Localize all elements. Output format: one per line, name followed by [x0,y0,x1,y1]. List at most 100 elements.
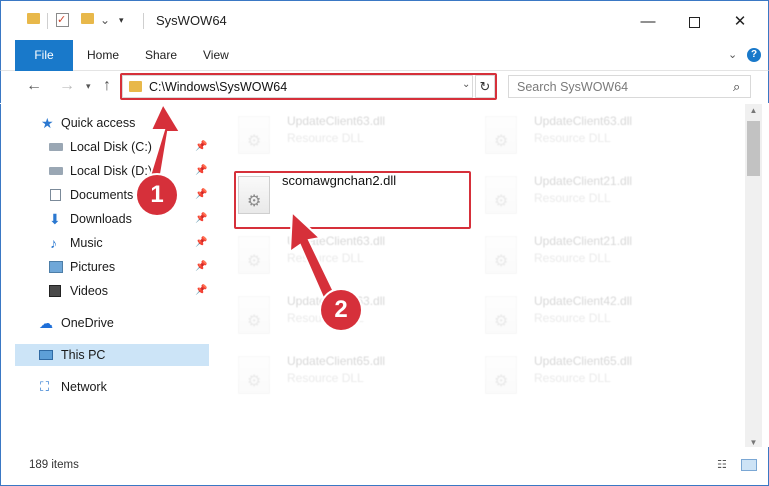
file-type: Resource DLL [534,251,611,265]
search-input[interactable] [509,76,719,97]
forward-arrow-icon[interactable]: → [59,77,75,95]
tab-view[interactable]: View [203,40,229,71]
recent-locations-icon[interactable]: ▾ [86,81,91,92]
local-disk-icon [49,143,63,151]
pin-icon[interactable]: 📌 [195,160,207,182]
sidebar-item-local-disk-d[interactable]: Local Disk (D:) 📌 [1,160,209,182]
sidebar-item-label: Videos [70,284,108,298]
list-item[interactable]: ⚙ UpdateClient63.dll Resource DLL [475,110,715,162]
file-name: UpdateClient65.dll [287,354,386,368]
ribbon: File Home Share View ⌄ ? [0,40,769,71]
quick-access-dropdown-icon[interactable]: ▾ [119,15,124,26]
gear-icon: ⚙ [494,133,509,150]
properties-check-icon[interactable]: ✓ [56,13,69,27]
sidebar-item-this-pc[interactable]: This PC [15,344,209,366]
sidebar-item-downloads[interactable]: ⬇ Downloads 📌 [1,208,209,230]
list-item[interactable]: ⚙ UpdateClient21.dll Resource DLL [475,170,715,222]
navigation-pane: ★ Quick access Local Disk (C:) 📌 Local D… [0,104,212,447]
pin-icon[interactable]: 📌 [195,208,207,230]
list-item[interactable]: ⚙ UpdateClient65.dll Resource DLL [228,350,468,402]
new-folder-icon[interactable] [81,13,94,24]
file-type: Resource DLL [287,251,364,265]
customize-toolbar-icon[interactable]: ⌄ [100,13,116,26]
star-icon: ★ [41,115,54,131]
sidebar-item-documents[interactable]: Documents 📌 [1,184,209,206]
dll-file-icon: ⚙ [485,176,517,214]
sidebar-item-pictures[interactable]: Pictures 📌 [1,256,209,278]
sidebar-item-label: This PC [61,348,106,362]
pin-icon[interactable]: 📌 [195,256,207,278]
file-name: UpdateClient42.dll [534,294,633,308]
pin-icon[interactable]: 📌 [195,232,207,254]
computer-icon [39,350,53,360]
scroll-up-icon[interactable]: ▲ [745,106,762,115]
title-bar: ✓ ⌄ ▾ SysWOW64 — ✕ [0,0,769,40]
tab-file[interactable]: File [15,40,73,71]
maximize-button[interactable] [671,9,717,35]
file-name: UpdateClient63.dll [287,234,386,248]
search-icon[interactable]: ⌕ [733,79,740,95]
search-box[interactable]: ⌕ [508,75,751,98]
dll-file-icon: ⚙ [238,236,270,274]
dll-file-icon: ⚙ [485,356,517,394]
network-icon: ⛶ [40,379,50,394]
pin-icon[interactable]: 📌 [195,184,207,206]
toolbar-separator [47,13,48,29]
folder-icon [27,13,40,24]
sidebar-item-onedrive[interactable]: ☁ OneDrive [1,312,209,334]
local-disk-icon [49,167,63,175]
gear-icon: ⚙ [247,253,262,270]
sidebar-item-label: Local Disk (D:) [70,164,152,178]
details-view-icon[interactable]: ☷ [717,459,733,471]
sidebar-item-label: Documents [70,188,134,202]
sidebar-item-label: Downloads [70,212,132,226]
scroll-down-icon[interactable]: ▼ [745,438,762,447]
downloads-icon: ⬇ [49,211,61,227]
gear-icon: ⚙ [494,193,509,210]
expand-ribbon-icon[interactable]: ⌄ [728,48,737,61]
scroll-thumb[interactable] [747,121,760,176]
gear-icon: ⚙ [494,313,509,330]
music-icon: ♪ [50,235,57,251]
back-arrow-icon[interactable]: ← [26,77,42,95]
maximize-icon [688,16,700,28]
list-item[interactable]: ⚙ UpdateClient65.dll Resource DLL [475,350,715,402]
tab-share[interactable]: Share [145,40,177,71]
sidebar-item-network[interactable]: ⛶ Network [1,376,209,398]
sidebar-item-local-disk-c[interactable]: Local Disk (C:) 📌 [1,136,209,158]
sidebar-item-music[interactable]: ♪ Music 📌 [1,232,209,254]
tab-home[interactable]: Home [87,40,119,71]
window-title: SysWOW64 [156,13,227,28]
list-item[interactable]: ⚙ UpdateClient42.dll Resource DLL [475,290,715,342]
file-name: UpdateClient21.dll [534,234,633,248]
pictures-icon [49,261,63,273]
sidebar-item-videos[interactable]: Videos 📌 [1,280,209,302]
sidebar-item-label: OneDrive [61,316,114,330]
list-item[interactable]: ⚙ UpdateClient63.dll Resource DLL [228,110,468,162]
dll-file-icon: ⚙ [238,116,270,154]
gear-icon: ⚙ [247,373,262,390]
gear-icon: ⚙ [494,373,509,390]
vertical-scrollbar[interactable]: ▲ ▼ [745,104,762,447]
close-button[interactable]: ✕ [717,9,763,35]
help-icon[interactable]: ? [747,48,761,62]
large-icons-view-icon[interactable] [741,459,757,471]
sidebar-item-label: Pictures [70,260,116,274]
address-highlight-box [120,73,497,100]
up-arrow-icon[interactable]: ↑ [103,77,111,95]
file-highlight-box [234,171,471,229]
gear-icon: ⚙ [247,133,262,150]
sidebar-item-label: Local Disk (C:) [70,140,152,154]
pin-icon[interactable]: 📌 [195,280,207,302]
file-type: Resource DLL [287,131,364,145]
minimize-button[interactable]: — [625,9,671,35]
sidebar-item-label: Network [61,380,107,394]
list-item[interactable]: ⚙ UpdateClient21.dll Resource DLL [475,230,715,282]
file-type: Resource DLL [534,311,611,325]
dll-file-icon: ⚙ [485,116,517,154]
list-item[interactable]: ⚙ UpdateClient63.dll Resource DLL [228,230,468,282]
pin-icon[interactable]: 📌 [195,136,207,158]
sidebar-item-quick-access[interactable]: ★ Quick access [1,112,209,134]
dll-file-icon: ⚙ [485,236,517,274]
step-1-badge: 1 [137,175,177,215]
